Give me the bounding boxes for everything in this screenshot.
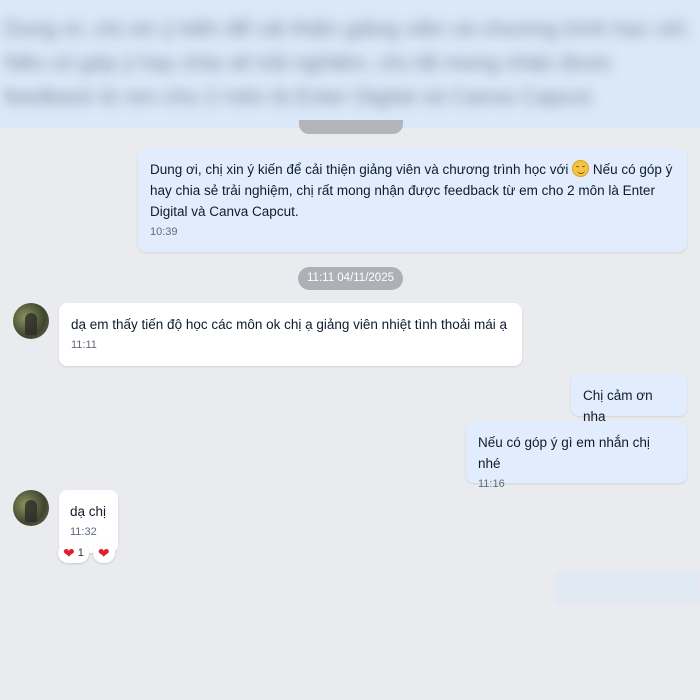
blurred-message-text: Dung ơi, chị xin ý kiến để cải thiện giả… xyxy=(4,16,692,109)
message-text: Dung ơi, chị xin ý kiến để cải thiện giả… xyxy=(150,160,673,219)
avatar[interactable] xyxy=(13,490,49,526)
message-bubble-sent[interactable]: Chị cảm ơn nha xyxy=(571,374,687,424)
date-separator: 11:11 04/11/2025 xyxy=(298,267,403,290)
message-reactions: ❤ 1 ❤ xyxy=(58,543,115,563)
avatar-figure xyxy=(25,500,37,522)
message-text: dạ em thấy tiến độ học các môn ok chị ạ … xyxy=(71,317,508,332)
date-separator-partial xyxy=(299,120,403,134)
add-reaction-button[interactable]: ❤ xyxy=(92,543,115,563)
message-bubble-received[interactable]: dạ em thấy tiến độ học các môn ok chị ạ … xyxy=(59,303,522,366)
avatar[interactable] xyxy=(13,303,49,339)
smiling-face-emoji-icon xyxy=(572,160,590,177)
message-text: dạ chị xyxy=(70,504,107,519)
avatar-figure xyxy=(25,313,37,335)
heart-icon: ❤ xyxy=(63,545,75,561)
message-text: Nếu có góp ý gì em nhắn chị nhé xyxy=(478,435,650,471)
reaction-count-value: 1 xyxy=(77,547,84,559)
reaction-count[interactable]: ❤ 1 xyxy=(58,543,89,563)
message-time: 11:32 xyxy=(70,526,97,538)
message-time: 11:16 xyxy=(478,478,505,490)
message-bubble-sent[interactable]: Dung ơi, chị xin ý kiến để cải thiện giả… xyxy=(138,148,687,252)
blurred-message-region: Dung ơi, chị xin ý kiến để cải thiện giả… xyxy=(0,0,700,128)
blurred-region xyxy=(556,572,700,604)
message-bubble-sent[interactable]: Nếu có góp ý gì em nhắn chị nhé 11:16 xyxy=(466,421,687,490)
message-time: 10:39 xyxy=(150,226,178,238)
message-time: 11:11 xyxy=(71,339,97,351)
heart-icon: ❤ xyxy=(97,545,110,561)
